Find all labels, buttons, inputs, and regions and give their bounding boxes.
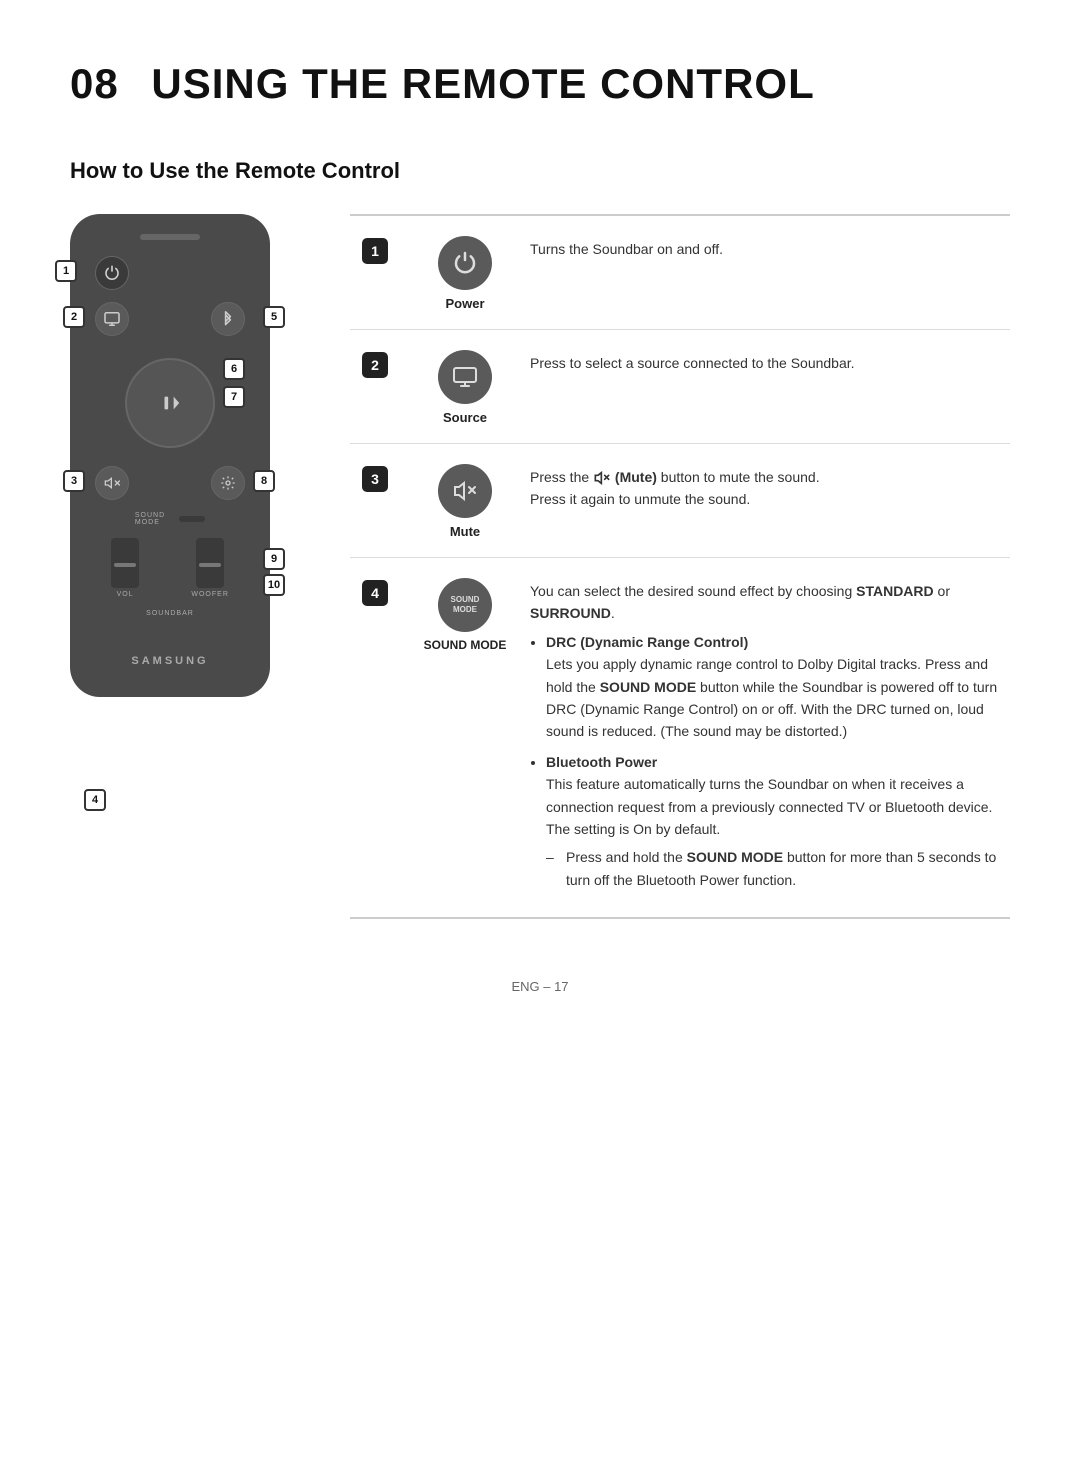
remote-body: 1 2 bbox=[70, 214, 270, 697]
callout-4: 4 bbox=[84, 789, 106, 811]
remote-row-source: 2 5 bbox=[85, 302, 255, 336]
chapter-number: 08 bbox=[70, 60, 119, 107]
power-icon bbox=[438, 236, 492, 290]
settings-group: 8 bbox=[211, 466, 245, 500]
row-icon-mute: Mute bbox=[410, 462, 520, 539]
row-num-2: 2 bbox=[350, 348, 400, 378]
sound-mode-icon: SOUNDMODE bbox=[438, 578, 492, 632]
bluetooth-btn[interactable] bbox=[211, 302, 245, 336]
row-desc-soundmode: You can select the desired sound effect … bbox=[530, 576, 1010, 899]
mute-btn[interactable] bbox=[95, 466, 129, 500]
callout-6: 6 bbox=[223, 358, 245, 380]
table-row-source: 2 Source Press to select a source connec… bbox=[350, 330, 1010, 444]
vol-label: VOL bbox=[117, 591, 134, 598]
callout-5: 5 bbox=[263, 306, 285, 328]
source-btn[interactable] bbox=[95, 302, 129, 336]
vol-woofer-row: VOL WOOFER 9 10 bbox=[85, 538, 255, 598]
section-title: How to Use the Remote Control bbox=[70, 158, 1010, 184]
callout-3: 3 bbox=[63, 470, 85, 492]
content-area: 1 2 bbox=[70, 214, 1010, 919]
woofer-label: WOOFER bbox=[191, 591, 229, 598]
settings-btn[interactable] bbox=[211, 466, 245, 500]
chapter-title: USING THE REMOTE CONTROL bbox=[151, 60, 814, 107]
row-desc-mute: Press the (Mute) button to mute the soun… bbox=[530, 462, 1010, 511]
table-row-mute: 3 Mute Press the bbox=[350, 444, 1010, 558]
page-footer: ENG – 17 bbox=[70, 979, 1010, 994]
woofer-item: WOOFER bbox=[191, 538, 229, 598]
row-desc-source: Press to select a source connected to th… bbox=[530, 348, 1010, 374]
callout-8: 8 bbox=[253, 470, 275, 492]
source-label: Source bbox=[443, 410, 487, 425]
bluetooth-pair-group: 5 bbox=[211, 302, 245, 336]
row-num-4: 4 bbox=[350, 576, 400, 606]
soundbar-label: SOUNDBAR bbox=[146, 610, 194, 617]
footer-text: ENG – 17 bbox=[511, 979, 568, 994]
vol-item: VOL bbox=[111, 538, 139, 598]
callout-9: 9 bbox=[263, 548, 285, 570]
row-icon-soundmode: SOUNDMODE SOUND MODE bbox=[410, 576, 520, 652]
power-btn[interactable] bbox=[95, 256, 129, 290]
row-num-3: 3 bbox=[350, 462, 400, 492]
callout-7: 7 bbox=[223, 386, 245, 408]
callout-2: 2 bbox=[63, 306, 85, 328]
table-section: 1 Power Turns the Soundbar on and off. bbox=[350, 214, 1010, 919]
remote-illustration: 1 2 bbox=[70, 214, 310, 919]
mute-icon bbox=[438, 464, 492, 518]
row-icon-source: Source bbox=[410, 348, 520, 425]
sound-mode-label-area: SOUNDMODE bbox=[85, 512, 255, 526]
vol-slider[interactable] bbox=[111, 538, 139, 588]
function-table: 1 Power Turns the Soundbar on and off. bbox=[350, 214, 1010, 919]
mute-inline-icon bbox=[593, 469, 611, 487]
row-icon-power: Power bbox=[410, 234, 520, 311]
remote-row-power: 1 bbox=[85, 256, 255, 290]
row-num-1: 1 bbox=[350, 234, 400, 264]
sound-mode-text: SOUNDMODE bbox=[135, 512, 165, 526]
callout-10: 10 bbox=[263, 574, 285, 596]
callout-1: 1 bbox=[55, 260, 77, 282]
table-row-power: 1 Power Turns the Soundbar on and off. bbox=[350, 216, 1010, 330]
row-desc-power: Turns the Soundbar on and off. bbox=[530, 234, 1010, 260]
soundmode-label: SOUND MODE bbox=[424, 638, 507, 652]
page-title: 08 USING THE REMOTE CONTROL bbox=[70, 60, 1010, 108]
woofer-slider[interactable] bbox=[196, 538, 224, 588]
nav-circle[interactable] bbox=[125, 358, 215, 448]
nav-area: 6 7 bbox=[85, 354, 255, 452]
samsung-brand: SAMSUNG bbox=[131, 655, 208, 667]
source-icon bbox=[438, 350, 492, 404]
table-row-soundmode: 4 SOUNDMODE SOUND MODE You can select th… bbox=[350, 558, 1010, 919]
remote-top-bar bbox=[140, 234, 200, 240]
power-label: Power bbox=[445, 296, 484, 311]
soundbar-indicator bbox=[179, 516, 205, 522]
remote-row-mute-settings: 3 8 bbox=[85, 466, 255, 500]
mute-label: Mute bbox=[450, 524, 480, 539]
